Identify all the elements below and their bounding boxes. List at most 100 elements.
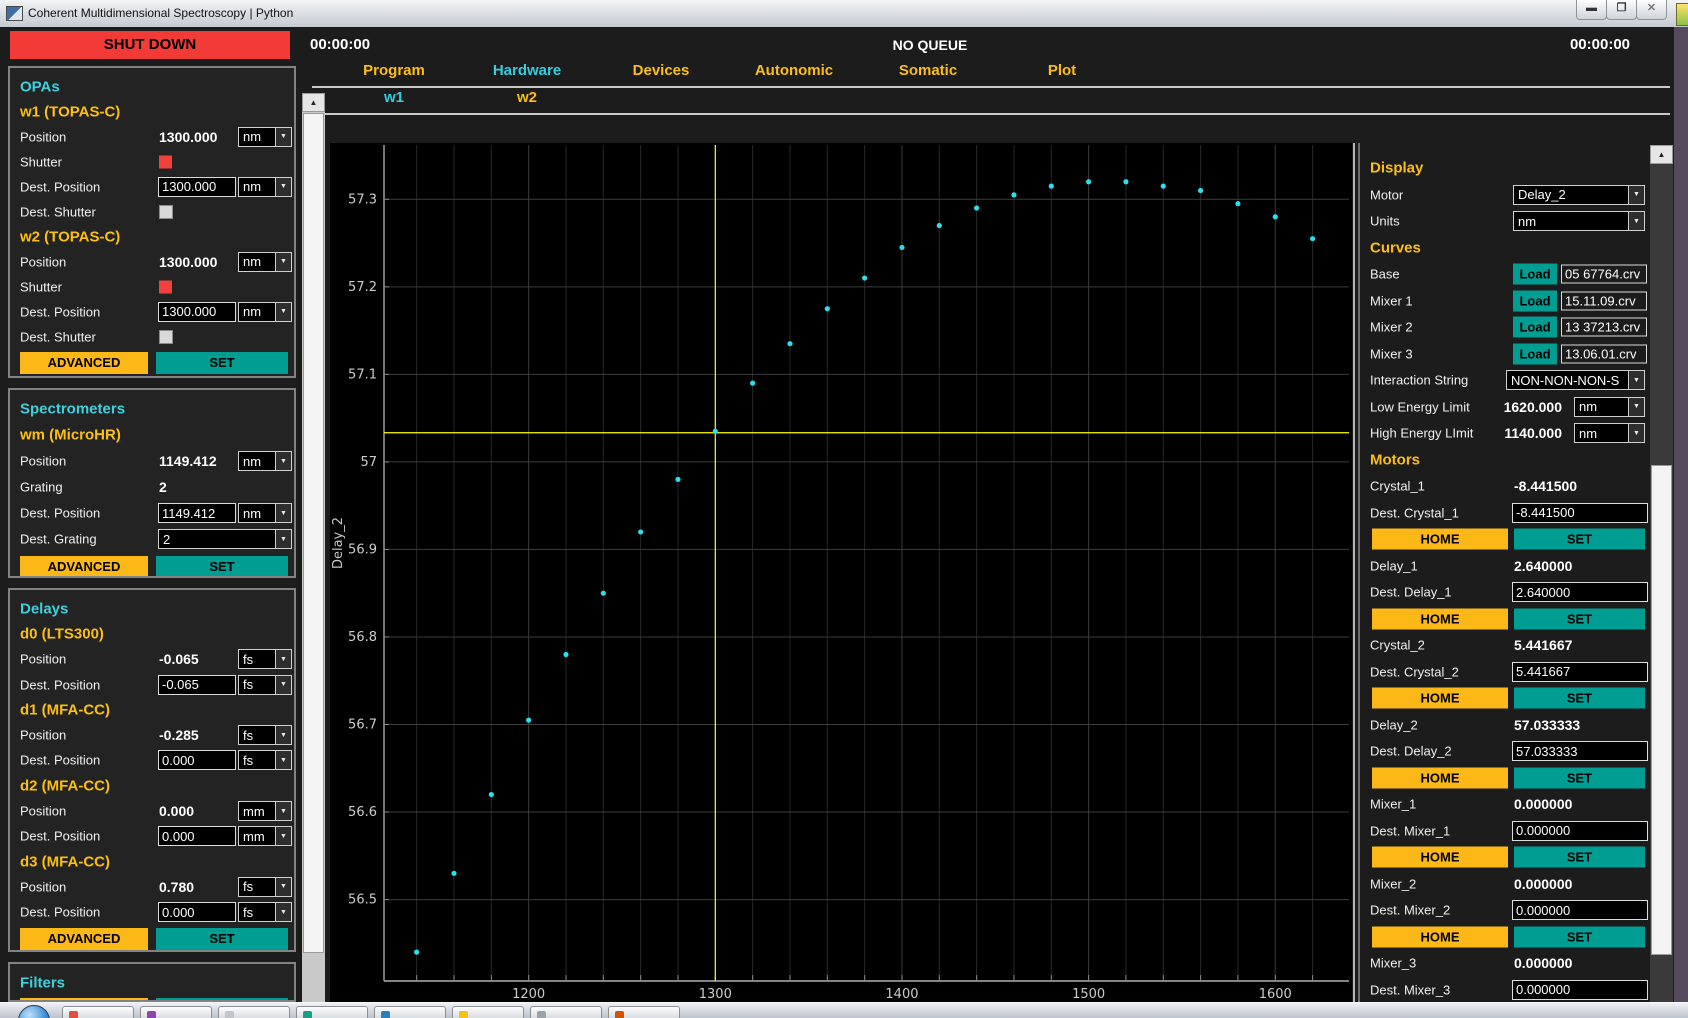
units-dropdown[interactable]: nm▼ bbox=[238, 503, 292, 523]
interaction-string-dropdown[interactable]: NON-NON-NON-S▼ bbox=[1506, 370, 1645, 390]
taskbar-button[interactable] bbox=[452, 1006, 524, 1018]
sidebar-scrollbar[interactable]: ▲ ▼ bbox=[302, 93, 325, 1002]
home-button[interactable]: HOME bbox=[1372, 688, 1508, 709]
restore-button[interactable]: ❐ bbox=[1606, 0, 1637, 20]
set-button[interactable]: SET bbox=[1514, 608, 1645, 629]
units-dropdown[interactable]: nm▼ bbox=[1574, 397, 1645, 417]
windows-taskbar[interactable] bbox=[0, 1002, 1688, 1018]
dest-position-input[interactable] bbox=[158, 177, 236, 197]
motor-position-value: 57.033333 bbox=[1514, 717, 1580, 733]
units-dropdown[interactable]: fs▼ bbox=[238, 725, 292, 745]
units-dropdown[interactable]: fs▼ bbox=[238, 750, 292, 770]
set-button[interactable]: SET bbox=[1514, 767, 1645, 788]
scrollbar-thumb[interactable] bbox=[1651, 465, 1672, 955]
plot-canvas[interactable]: 1200130014001500160056.556.656.756.856.9… bbox=[330, 143, 1352, 1002]
units-dropdown[interactable]: fs▼ bbox=[238, 877, 292, 897]
tab-plot[interactable]: Plot bbox=[997, 62, 1127, 79]
curve-file-field[interactable] bbox=[1561, 265, 1647, 284]
home-button[interactable]: HOME bbox=[1372, 608, 1508, 629]
dest-position-input[interactable] bbox=[158, 503, 236, 523]
panel-scrollbar[interactable]: ▲ ▼ bbox=[1650, 145, 1673, 1002]
dest-position-input[interactable] bbox=[158, 302, 236, 322]
curve-file-field[interactable] bbox=[1561, 344, 1647, 363]
dest-shutter-checkbox[interactable] bbox=[159, 205, 173, 219]
dest-position-input[interactable] bbox=[158, 750, 236, 770]
units-dropdown[interactable]: nm▼ bbox=[238, 302, 292, 322]
dest-motor-input[interactable] bbox=[1512, 900, 1648, 920]
units-dropdown-value: nm bbox=[1514, 214, 1628, 229]
minimize-button[interactable]: ▬ bbox=[1576, 0, 1607, 20]
scroll-up-icon[interactable]: ▲ bbox=[1650, 145, 1673, 164]
dest-position-input[interactable] bbox=[158, 675, 236, 695]
motor-dropdown[interactable]: Delay_2▼ bbox=[1513, 185, 1645, 205]
taskbar-button[interactable] bbox=[296, 1006, 368, 1018]
tab-devices[interactable]: Devices bbox=[596, 62, 726, 79]
taskbar-button[interactable] bbox=[62, 1006, 134, 1018]
dest-row: Dest. Positionnm▼ bbox=[10, 174, 294, 199]
load-button[interactable]: Load bbox=[1513, 264, 1557, 285]
curve-file-field[interactable] bbox=[1561, 318, 1647, 337]
tuning-curve-plot[interactable]: 1200130014001500160056.556.656.756.856.9… bbox=[330, 143, 1352, 1002]
taskbar-button[interactable] bbox=[608, 1006, 680, 1018]
units-dropdown[interactable]: nm▼ bbox=[238, 451, 292, 471]
tab-autonomic[interactable]: Autonomic bbox=[729, 62, 859, 79]
dest-motor-input[interactable] bbox=[1512, 980, 1648, 1000]
load-button[interactable]: Load bbox=[1513, 290, 1557, 311]
scrollbar-thumb[interactable] bbox=[303, 113, 324, 953]
chevron-down-icon: ▼ bbox=[275, 530, 291, 548]
dest-motor-input[interactable] bbox=[1512, 582, 1648, 602]
dest-motor-input[interactable] bbox=[1512, 503, 1648, 523]
dest-grating-dropdown[interactable]: 2▼ bbox=[158, 529, 292, 549]
shutdown-button[interactable]: SHUT DOWN bbox=[10, 31, 290, 59]
load-button[interactable]: Load bbox=[1513, 343, 1557, 364]
set-button[interactable]: SET bbox=[1514, 529, 1645, 550]
taskbar-button[interactable] bbox=[374, 1006, 446, 1018]
set-button[interactable]: SET bbox=[1514, 847, 1645, 868]
load-button[interactable]: Load bbox=[1513, 317, 1557, 338]
row-label: Dest. Position bbox=[20, 753, 100, 768]
advanced-button[interactable]: ADVANCED bbox=[20, 928, 148, 950]
dest-position-input[interactable] bbox=[158, 826, 236, 846]
units-dropdown[interactable]: mm▼ bbox=[238, 801, 292, 821]
units-dropdown[interactable]: nm▼ bbox=[238, 177, 292, 197]
dest-position-input[interactable] bbox=[158, 902, 236, 922]
units-dropdown[interactable]: fs▼ bbox=[238, 649, 292, 669]
dest-shutter-checkbox[interactable] bbox=[159, 330, 173, 344]
advanced-button[interactable]: ADVANCED bbox=[20, 556, 148, 578]
units-dropdown[interactable]: nm▼ bbox=[238, 127, 292, 147]
advanced-button[interactable]: ADVANCED bbox=[20, 352, 148, 374]
units-dropdown[interactable]: fs▼ bbox=[238, 902, 292, 922]
home-button[interactable]: HOME bbox=[1372, 926, 1508, 947]
home-button[interactable]: HOME bbox=[1372, 767, 1508, 788]
set-button[interactable]: SET bbox=[1514, 688, 1645, 709]
units-dropdown[interactable]: nm▼ bbox=[1574, 423, 1645, 443]
window-titlebar[interactable]: Coherent Multidimensional Spectroscopy |… bbox=[0, 0, 1688, 28]
tab-somatic[interactable]: Somatic bbox=[863, 62, 993, 79]
home-button[interactable]: HOME bbox=[1372, 847, 1508, 868]
dest-motor-input[interactable] bbox=[1512, 821, 1648, 841]
units-dropdown[interactable]: fs▼ bbox=[238, 675, 292, 695]
units-dropdown[interactable]: nm▼ bbox=[238, 252, 292, 272]
device-header-row: wm (MicroHR) bbox=[10, 422, 294, 448]
scroll-up-icon[interactable]: ▲ bbox=[302, 93, 325, 112]
tab-hardware[interactable]: Hardware bbox=[462, 62, 592, 79]
tab-program[interactable]: Program bbox=[329, 62, 459, 79]
start-button[interactable] bbox=[18, 1005, 50, 1018]
dest-motor-input[interactable] bbox=[1512, 741, 1648, 761]
subtab-w1[interactable]: w1 bbox=[329, 89, 459, 106]
set-button[interactable]: SET bbox=[156, 556, 288, 578]
set-button[interactable]: SET bbox=[156, 928, 288, 950]
set-button[interactable]: SET bbox=[1514, 926, 1645, 947]
units-dropdown[interactable]: nm▼ bbox=[1513, 211, 1645, 231]
dest-motor-input[interactable] bbox=[1512, 662, 1648, 682]
curve-file-field[interactable] bbox=[1561, 291, 1647, 310]
set-button[interactable]: SET bbox=[156, 352, 288, 374]
close-button[interactable]: ✕ bbox=[1636, 0, 1667, 20]
taskbar-button[interactable] bbox=[530, 1006, 602, 1018]
units-dropdown[interactable]: mm▼ bbox=[238, 826, 292, 846]
subtab-w2[interactable]: w2 bbox=[462, 89, 592, 106]
taskbar-button[interactable] bbox=[218, 1006, 290, 1018]
taskbar-button[interactable] bbox=[140, 1006, 212, 1018]
section-header: Display bbox=[1370, 160, 1423, 177]
home-button[interactable]: HOME bbox=[1372, 529, 1508, 550]
